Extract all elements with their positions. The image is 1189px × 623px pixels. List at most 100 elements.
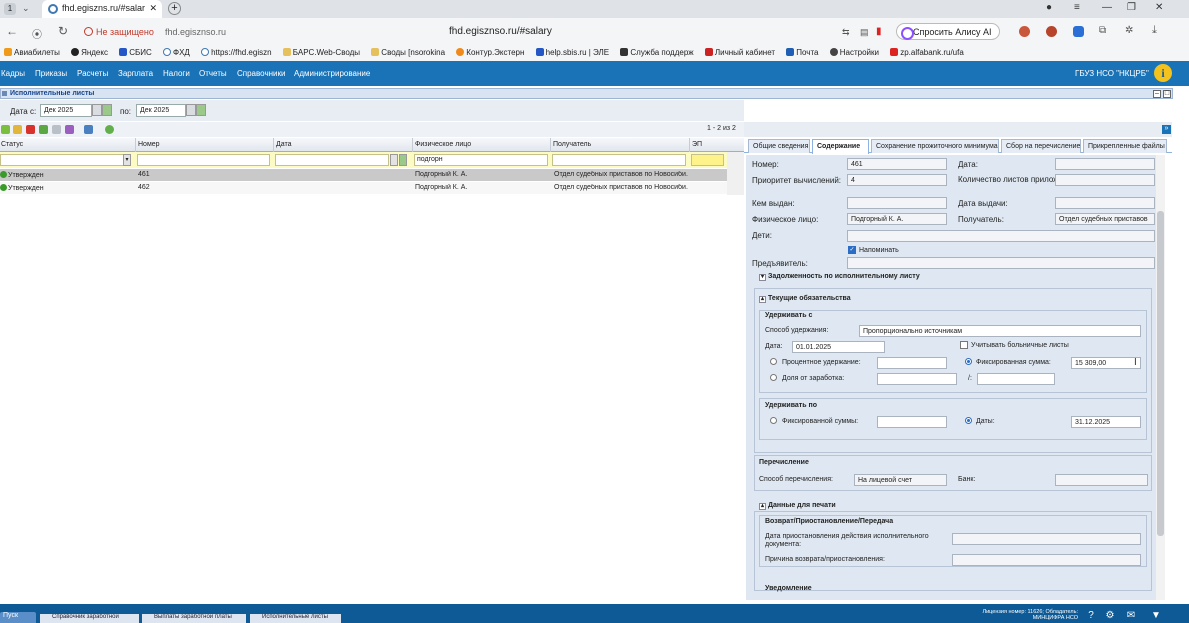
tab-content[interactable]: Содержание	[812, 139, 869, 154]
reload-icon[interactable]: ↻	[58, 24, 68, 38]
task-executive-documents[interactable]: Исполнительные листы	[250, 614, 341, 623]
bookmark-item[interactable]: Яндекс	[71, 46, 108, 60]
info-icon[interactable]: i	[1154, 64, 1172, 82]
settings-gear-icon[interactable]: ⚙	[1104, 610, 1116, 622]
tab-count-badge[interactable]: 1	[4, 3, 16, 15]
tab-subsistence[interactable]: Сохранение прожиточного минимума	[871, 139, 999, 153]
form-scrollbar[interactable]	[1156, 155, 1165, 600]
date-from-clear-icon[interactable]	[102, 104, 112, 116]
share-denominator-field[interactable]	[977, 373, 1055, 385]
date-to-clear-icon[interactable]	[196, 104, 206, 116]
table-row[interactable]: Утвержден 461 Подгорный К. А. Отдел суде…	[0, 169, 727, 181]
tab-list-chevron-icon[interactable]: ⌄	[22, 3, 30, 14]
status-filter-select[interactable]	[0, 154, 124, 166]
extension-icon-3[interactable]	[1073, 26, 1084, 37]
date-to-picker-icon[interactable]	[186, 104, 196, 116]
bookmark-item[interactable]: Почта	[786, 46, 819, 60]
date-field[interactable]	[1055, 158, 1155, 170]
print-section-header[interactable]: ▴ Данные для печати	[759, 502, 836, 510]
url-field[interactable]: fhd.egisznso.ru/#salary	[449, 26, 552, 37]
column-header-status[interactable]: Статус	[0, 141, 23, 148]
panel-maximize-button[interactable]: □	[1163, 90, 1171, 98]
children-field[interactable]	[847, 230, 1155, 242]
tab-close-icon[interactable]: ✕	[149, 3, 157, 14]
share-radio[interactable]	[770, 374, 777, 381]
person-field[interactable]: Подгорный К. А.	[847, 213, 947, 225]
close-window-icon[interactable]: ✕	[1155, 2, 1163, 13]
extension-icon-1[interactable]	[1019, 26, 1030, 37]
date-filter-calendar-icon[interactable]	[390, 154, 398, 166]
collapse-toggle-icon[interactable]: ▴	[759, 296, 766, 303]
bookmark-item[interactable]: Контур.Экстерн	[456, 46, 524, 60]
task-salary-payments[interactable]: Выплаты заработной платы	[142, 614, 246, 623]
fixed-sum-field[interactable]: 15 309,00	[1071, 357, 1141, 369]
print-dropdown-icon[interactable]	[84, 125, 93, 134]
menu-item-zarplata[interactable]: Зарплата	[118, 69, 153, 78]
suspend-date-field[interactable]	[952, 533, 1141, 545]
share-numerator-field[interactable]	[877, 373, 957, 385]
from-date-field[interactable]: 01.01.2025	[792, 341, 885, 353]
column-header-date[interactable]: Дата	[275, 141, 292, 148]
until-date-radio[interactable]	[965, 417, 972, 424]
date-filter-clear-icon[interactable]	[399, 154, 407, 166]
until-date-field[interactable]: 31.12.2025	[1071, 416, 1141, 428]
actions-dropdown-icon[interactable]	[65, 125, 74, 134]
add-icon[interactable]	[1, 125, 10, 134]
menu-item-kadry[interactable]: Кадры	[1, 69, 25, 78]
bookmark-icon[interactable]: ▮	[876, 26, 882, 37]
alice-ai-button[interactable]: Спросить Алису AI	[896, 23, 1000, 40]
approve-icon[interactable]	[39, 125, 48, 134]
start-button[interactable]: Пуск	[0, 612, 36, 623]
bookmark-item[interactable]: Настройки	[829, 46, 879, 60]
security-warning[interactable]: Не защищено	[84, 27, 154, 37]
taskbar-chevron-down-icon[interactable]: ▼	[1150, 610, 1162, 622]
back-arrow-icon[interactable]: ←	[6, 24, 18, 38]
bookmark-item[interactable]: ФХД	[163, 46, 190, 60]
reader-icon[interactable]: ▤	[860, 27, 869, 38]
menu-item-otchety[interactable]: Отчеты	[199, 69, 227, 78]
tab-general[interactable]: Общие сведения	[748, 139, 810, 153]
withhold-method-select[interactable]: Пропорционально источникам	[859, 325, 1141, 337]
collapse-toggle-icon[interactable]: ▴	[759, 503, 766, 510]
task-salary-reference[interactable]: Справочник заработной	[40, 614, 139, 623]
restore-icon[interactable]: ❐	[1127, 2, 1136, 13]
panel-minimize-button[interactable]: –	[1153, 90, 1161, 98]
status-filter-chevron-icon[interactable]: ▾	[123, 154, 131, 166]
number-field[interactable]: 461	[847, 158, 947, 170]
number-filter-input[interactable]	[137, 154, 270, 166]
until-fixed-field[interactable]	[877, 416, 947, 428]
collapse-panel-icon[interactable]: »	[1162, 125, 1171, 134]
new-tab-button[interactable]: +	[168, 2, 181, 15]
return-reason-field[interactable]	[952, 554, 1141, 566]
active-browser-tab[interactable]: fhd.egiszns.ru/#salar ✕	[42, 0, 162, 18]
column-header-recipient[interactable]: Получатель	[552, 141, 591, 148]
extension-icon-2[interactable]	[1046, 26, 1057, 37]
issued-by-field[interactable]	[847, 197, 947, 209]
bank-field[interactable]	[1055, 474, 1148, 486]
fixed-sum-radio[interactable]	[965, 358, 972, 365]
profile-icon[interactable]: ●	[1046, 2, 1052, 13]
priority-field[interactable]: 4	[847, 174, 947, 186]
signature-filter-input[interactable]	[691, 154, 724, 166]
attach-count-field[interactable]	[1055, 174, 1155, 186]
collections-icon[interactable]: ⧉	[1099, 25, 1106, 36]
translate-icon[interactable]: ⇆	[842, 27, 850, 38]
menu-item-prikazy[interactable]: Приказы	[35, 69, 67, 78]
person-filter-input[interactable]: подгорн	[414, 154, 548, 166]
menu-item-raschety[interactable]: Расчеты	[77, 69, 108, 78]
yandex-shield-icon[interactable]: ⦿	[32, 26, 42, 41]
remind-checkbox[interactable]: ✓	[848, 246, 856, 254]
refresh-icon[interactable]	[105, 125, 114, 134]
minimize-icon[interactable]: —	[1102, 2, 1112, 13]
recipient-field[interactable]: Отдел судебных приставов	[1055, 213, 1155, 225]
bookmark-item[interactable]: СБИС	[119, 46, 152, 60]
transfer-method-field[interactable]: На лицевой счет	[854, 474, 947, 486]
tab-attachments[interactable]: Прикрепленные файлы	[1083, 139, 1167, 153]
bookmark-item[interactable]: БАРС.Web-Своды	[282, 46, 360, 60]
bookmark-item[interactable]: Личный кабинет	[704, 46, 775, 60]
date-from-input[interactable]: Дек 2025	[40, 104, 92, 117]
sick-leave-checkbox[interactable]	[960, 341, 968, 349]
table-row[interactable]: Утвержден 462 Подгорный К. А. Отдел суде…	[0, 182, 727, 194]
download-icon[interactable]: ⤓	[1152, 24, 1157, 37]
date-from-picker-icon[interactable]	[92, 104, 102, 116]
